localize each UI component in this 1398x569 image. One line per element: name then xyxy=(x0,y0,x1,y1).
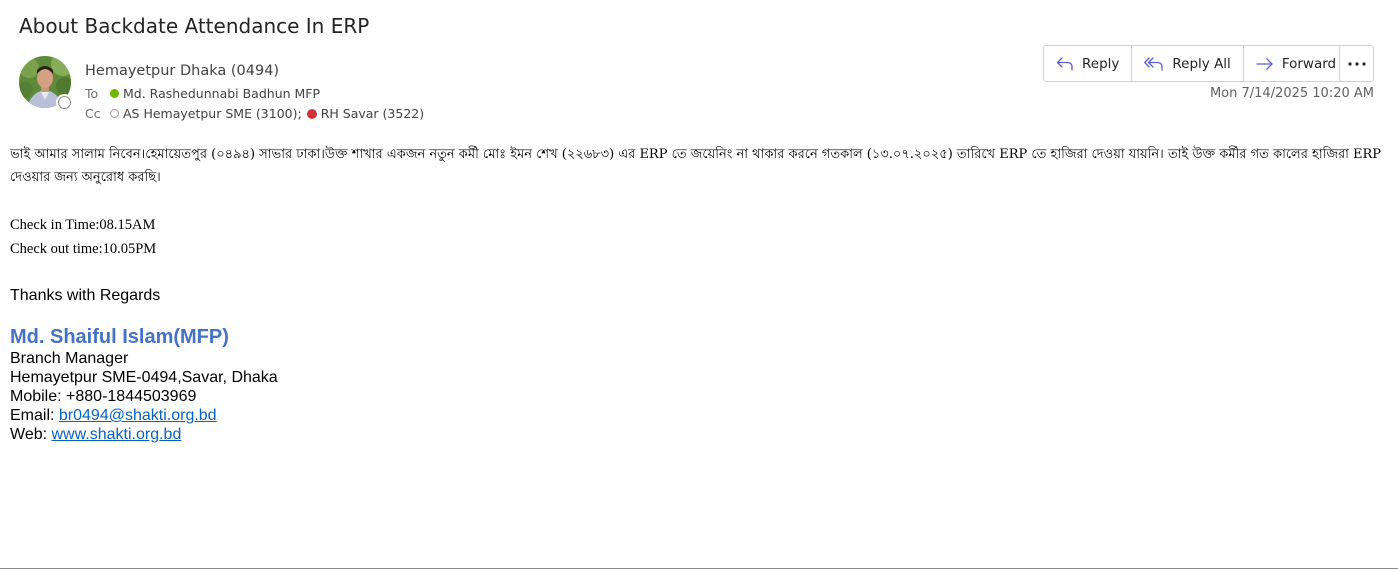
to-label: To xyxy=(85,86,99,101)
check-in-time: Check in Time:08.15AM xyxy=(10,217,156,233)
email-subject: About Backdate Attendance In ERP xyxy=(19,14,370,38)
sender-name[interactable]: Hemayetpur Dhaka (0494) xyxy=(85,63,279,79)
available-status-icon xyxy=(110,89,119,98)
reply-all-label: Reply All xyxy=(1172,55,1231,72)
sent-date: Mon 7/14/2025 10:20 AM xyxy=(1209,86,1374,101)
cc-row: Cc AS Hemayetpur SME (3100); RH Savar (3… xyxy=(85,106,424,121)
message-body-text: ভাই আমার সালাম নিবেন।হেমায়েতপুর (০৪৯৪) … xyxy=(10,147,1382,185)
forward-button[interactable]: Forward xyxy=(1244,46,1348,81)
cc-recipient[interactable]: RH Savar (3522) xyxy=(321,106,424,121)
reply-icon xyxy=(1056,56,1073,71)
offline-status-icon xyxy=(110,109,119,118)
sender-presence-offline-icon xyxy=(58,96,71,109)
check-out-time: Check out time:10.05PM xyxy=(10,241,157,257)
message-actions-toolbar: Reply Reply All Forward xyxy=(1043,45,1350,82)
more-horizontal-icon xyxy=(1347,61,1366,66)
forward-label: Forward xyxy=(1281,55,1337,72)
email-reading-pane: About Backdate Attendance In ERP Hemayet… xyxy=(0,0,1398,569)
signature-branch: Hemayetpur SME-0494,Savar, Dhaka xyxy=(10,369,278,386)
email-link[interactable]: br0494@shakti.org.bd xyxy=(59,407,217,424)
reply-button[interactable]: Reply xyxy=(1044,46,1133,81)
signature-email-line: Email: br0494@shakti.org.bd xyxy=(10,407,217,425)
email-label: Email: xyxy=(10,407,59,424)
to-recipient[interactable]: Md. Rashedunnabi Badhun MFP xyxy=(123,86,320,101)
closing-text: Thanks with Regards xyxy=(10,287,161,304)
reply-all-button[interactable]: Reply All xyxy=(1132,46,1244,81)
reply-label: Reply xyxy=(1082,55,1120,72)
cc-label: Cc xyxy=(85,106,101,121)
signature-web-line: Web: www.shakti.org.bd xyxy=(10,426,181,444)
web-link[interactable]: www.shakti.org.bd xyxy=(52,426,182,443)
forward-icon xyxy=(1256,57,1273,70)
signature-mobile: Mobile: +880-1844503969 xyxy=(10,388,197,405)
signature-title: Branch Manager xyxy=(10,350,129,367)
reply-all-icon xyxy=(1144,56,1164,71)
signature-name: Md. Shaiful Islam(MFP) xyxy=(10,326,229,348)
busy-status-icon xyxy=(306,108,317,119)
cc-recipient[interactable]: AS Hemayetpur SME (3100); xyxy=(123,106,302,121)
more-actions-button[interactable] xyxy=(1339,45,1374,82)
web-label: Web: xyxy=(10,426,52,443)
to-row: To Md. Rashedunnabi Badhun MFP xyxy=(85,86,320,101)
